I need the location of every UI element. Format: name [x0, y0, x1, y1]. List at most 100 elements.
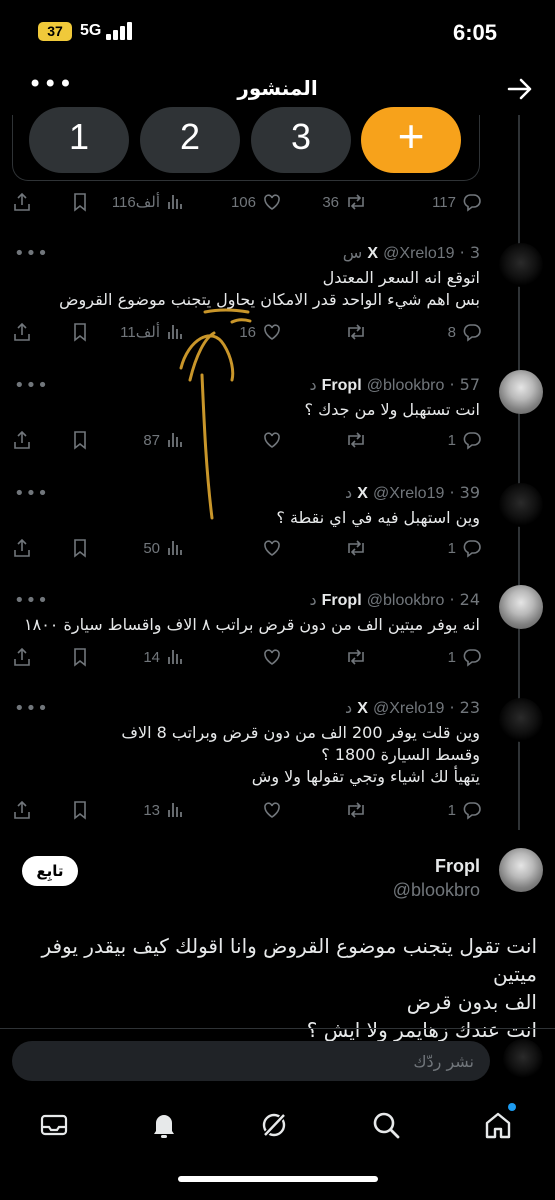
heart-icon — [264, 540, 280, 556]
like-button[interactable] — [256, 536, 282, 560]
reply-input[interactable] — [12, 1041, 490, 1081]
avatar[interactable] — [499, 483, 543, 527]
more-options-icon[interactable]: ••• — [14, 483, 49, 504]
author-name[interactable]: Fropl — [435, 856, 480, 877]
views-count: 87 — [143, 431, 160, 449]
messages-icon[interactable] — [38, 1109, 70, 1141]
poll-option-1[interactable]: 1 — [29, 107, 129, 173]
author-handle[interactable]: @blookbro — [367, 377, 445, 394]
battery-indicator: 37 — [38, 22, 72, 41]
reply-button[interactable]: 1 — [448, 536, 482, 560]
reply-button[interactable]: 8 — [448, 320, 482, 344]
poll-option-3[interactable]: 3 — [251, 107, 351, 173]
heart-icon — [264, 324, 280, 340]
share-button[interactable] — [12, 645, 32, 669]
heart-icon — [264, 432, 280, 448]
repost-button[interactable] — [339, 536, 367, 560]
heart-icon — [264, 194, 280, 210]
share-icon — [14, 322, 30, 341]
author-name[interactable]: Fropl — [322, 377, 362, 394]
author-name[interactable]: X — [357, 485, 368, 502]
reply-button[interactable]: 1 — [448, 798, 482, 822]
repost-icon — [348, 194, 364, 210]
repost-button[interactable] — [339, 320, 367, 344]
repost-button[interactable] — [339, 798, 367, 822]
more-options-icon[interactable]: ••• — [14, 243, 49, 264]
avatar[interactable] — [499, 370, 543, 414]
notifications-icon[interactable] — [148, 1109, 180, 1141]
reply-button[interactable]: 1 — [448, 428, 482, 452]
bookmark-icon[interactable] — [70, 190, 90, 214]
reply-button[interactable]: 1 — [448, 645, 482, 669]
reply-icon — [463, 802, 481, 820]
share-icon[interactable] — [12, 190, 32, 214]
follow-button[interactable]: تابِع — [22, 856, 78, 886]
share-button[interactable] — [12, 320, 32, 344]
like-button[interactable]: 16 — [239, 320, 282, 344]
reply-count: 1 — [447, 539, 456, 557]
share-button[interactable] — [12, 536, 32, 560]
more-options-icon[interactable]: ••• — [14, 590, 49, 611]
share-icon — [14, 647, 30, 666]
reply-button[interactable]: 117 — [432, 190, 482, 214]
bookmark-button[interactable] — [70, 645, 90, 669]
author-name[interactable]: X — [367, 245, 378, 262]
signal-icon — [106, 22, 132, 40]
author-handle[interactable]: @blookbro — [393, 880, 480, 901]
like-button[interactable] — [256, 798, 282, 822]
views-button[interactable]: 14 — [143, 645, 184, 669]
repost-button[interactable] — [339, 645, 367, 669]
views-count: 13 — [143, 801, 160, 819]
home-tab[interactable] — [482, 1103, 516, 1141]
reply-composer — [0, 1028, 555, 1090]
bookmark-button[interactable] — [70, 798, 90, 822]
bookmark-icon — [74, 539, 86, 558]
avatar[interactable] — [499, 698, 543, 742]
views-button[interactable]: 116ألف — [112, 190, 184, 214]
more-options-icon[interactable]: ••• — [14, 375, 49, 396]
views-button[interactable]: 50 — [143, 536, 184, 560]
views-button[interactable]: 13 — [143, 798, 184, 822]
my-avatar[interactable] — [503, 1039, 543, 1079]
reply-count: 8 — [447, 323, 456, 341]
back-arrow-icon[interactable] — [507, 78, 533, 100]
reply-count: 1 — [447, 431, 456, 449]
author-handle[interactable]: @Xrelo19 — [373, 485, 444, 502]
tweet-actions: 8 16 11ألف — [12, 320, 482, 344]
author-handle[interactable]: @Xrelo19 — [373, 700, 444, 717]
heart-icon — [264, 802, 280, 818]
heart-icon — [264, 649, 280, 665]
reply-count: 1 — [447, 801, 456, 819]
poll-options: 1 2 3 + — [12, 107, 480, 181]
views-button[interactable]: 87 — [143, 428, 184, 452]
author-name[interactable]: Fropl — [322, 592, 362, 609]
reply-icon — [463, 324, 481, 342]
tweet-text: انه يوفر ميتين الف من دون قرض براتب ٨ ال… — [14, 614, 480, 636]
author-handle[interactable]: @Xrelo19 — [383, 245, 454, 262]
grok-icon[interactable] — [258, 1109, 290, 1141]
search-icon[interactable] — [370, 1109, 402, 1141]
poll-add-button[interactable]: + — [361, 107, 461, 173]
bookmark-button[interactable] — [70, 428, 90, 452]
like-button[interactable] — [256, 645, 282, 669]
tweet-line: وين قلت يوفر 200 الف من دون قرض وبراتب 8… — [121, 723, 480, 742]
repost-button[interactable] — [339, 428, 367, 452]
reply-icon — [463, 194, 481, 212]
poll-option-2[interactable]: 2 — [140, 107, 240, 173]
repost-count: 36 — [322, 193, 339, 211]
avatar[interactable] — [499, 243, 543, 287]
author-handle[interactable]: @blookbro — [367, 592, 445, 609]
like-button[interactable]: 106 — [231, 190, 282, 214]
like-button[interactable] — [256, 428, 282, 452]
bookmark-button[interactable] — [70, 320, 90, 344]
repost-button[interactable]: 36 — [322, 190, 367, 214]
author-name[interactable]: X — [357, 700, 368, 717]
avatar[interactable] — [499, 585, 543, 629]
bookmark-button[interactable] — [70, 536, 90, 560]
post-line: انت تقول يتجنب موضوع القروض وانا اقولك ك… — [41, 934, 537, 986]
share-button[interactable] — [12, 428, 32, 452]
share-button[interactable] — [12, 798, 32, 822]
views-button[interactable]: 11ألف — [120, 320, 184, 344]
more-options-icon[interactable]: ••• — [14, 698, 49, 719]
avatar[interactable] — [499, 848, 543, 892]
